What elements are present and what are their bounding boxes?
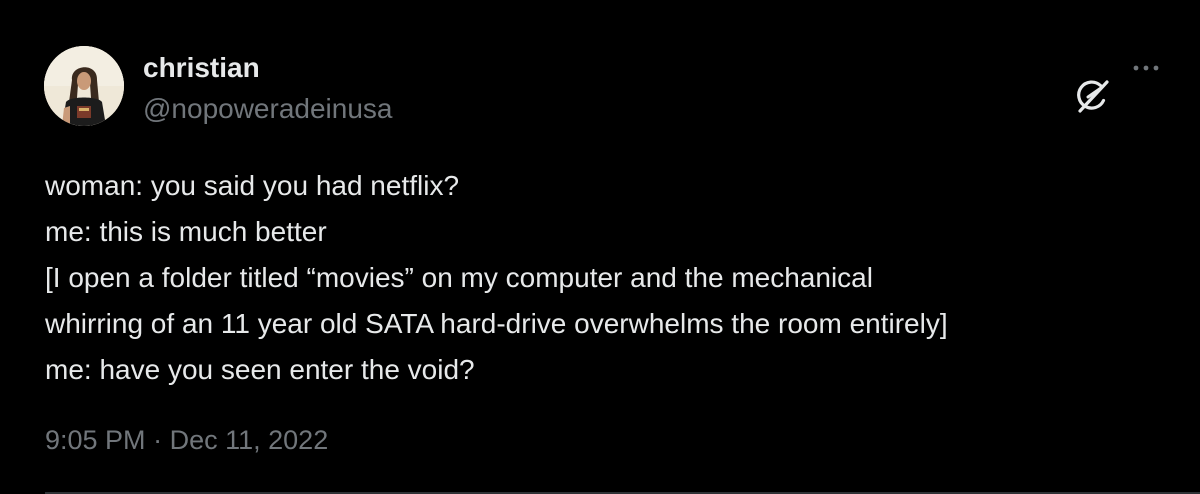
tweet-date[interactable]: Dec 11, 2022 bbox=[170, 425, 329, 455]
grok-icon[interactable] bbox=[1072, 76, 1112, 116]
avatar-photo bbox=[44, 46, 124, 126]
more-options-icon[interactable] bbox=[1128, 58, 1164, 78]
tweet-line: [I open a folder titled “movies” on my c… bbox=[45, 262, 873, 293]
tweet-text: woman: you said you had netflix? me: thi… bbox=[45, 163, 1175, 393]
author-display-name[interactable]: christian bbox=[143, 52, 260, 84]
avatar[interactable] bbox=[44, 46, 124, 126]
tweet-card: christian @nopoweradeinusa woman: you sa… bbox=[0, 0, 1200, 494]
tweet-time[interactable]: 9:05 PM bbox=[45, 425, 146, 455]
tweet-timestamp: 9:05 PM · Dec 11, 2022 bbox=[45, 425, 328, 456]
tweet-line: me: this is much better bbox=[45, 216, 327, 247]
author-handle[interactable]: @nopoweradeinusa bbox=[143, 93, 392, 125]
tweet-line: woman: you said you had netflix? bbox=[45, 170, 460, 201]
tweet-line: me: have you seen enter the void? bbox=[45, 354, 475, 385]
timestamp-separator: · bbox=[153, 425, 163, 455]
tweet-line: whirring of an 11 year old SATA hard-dri… bbox=[45, 308, 948, 339]
